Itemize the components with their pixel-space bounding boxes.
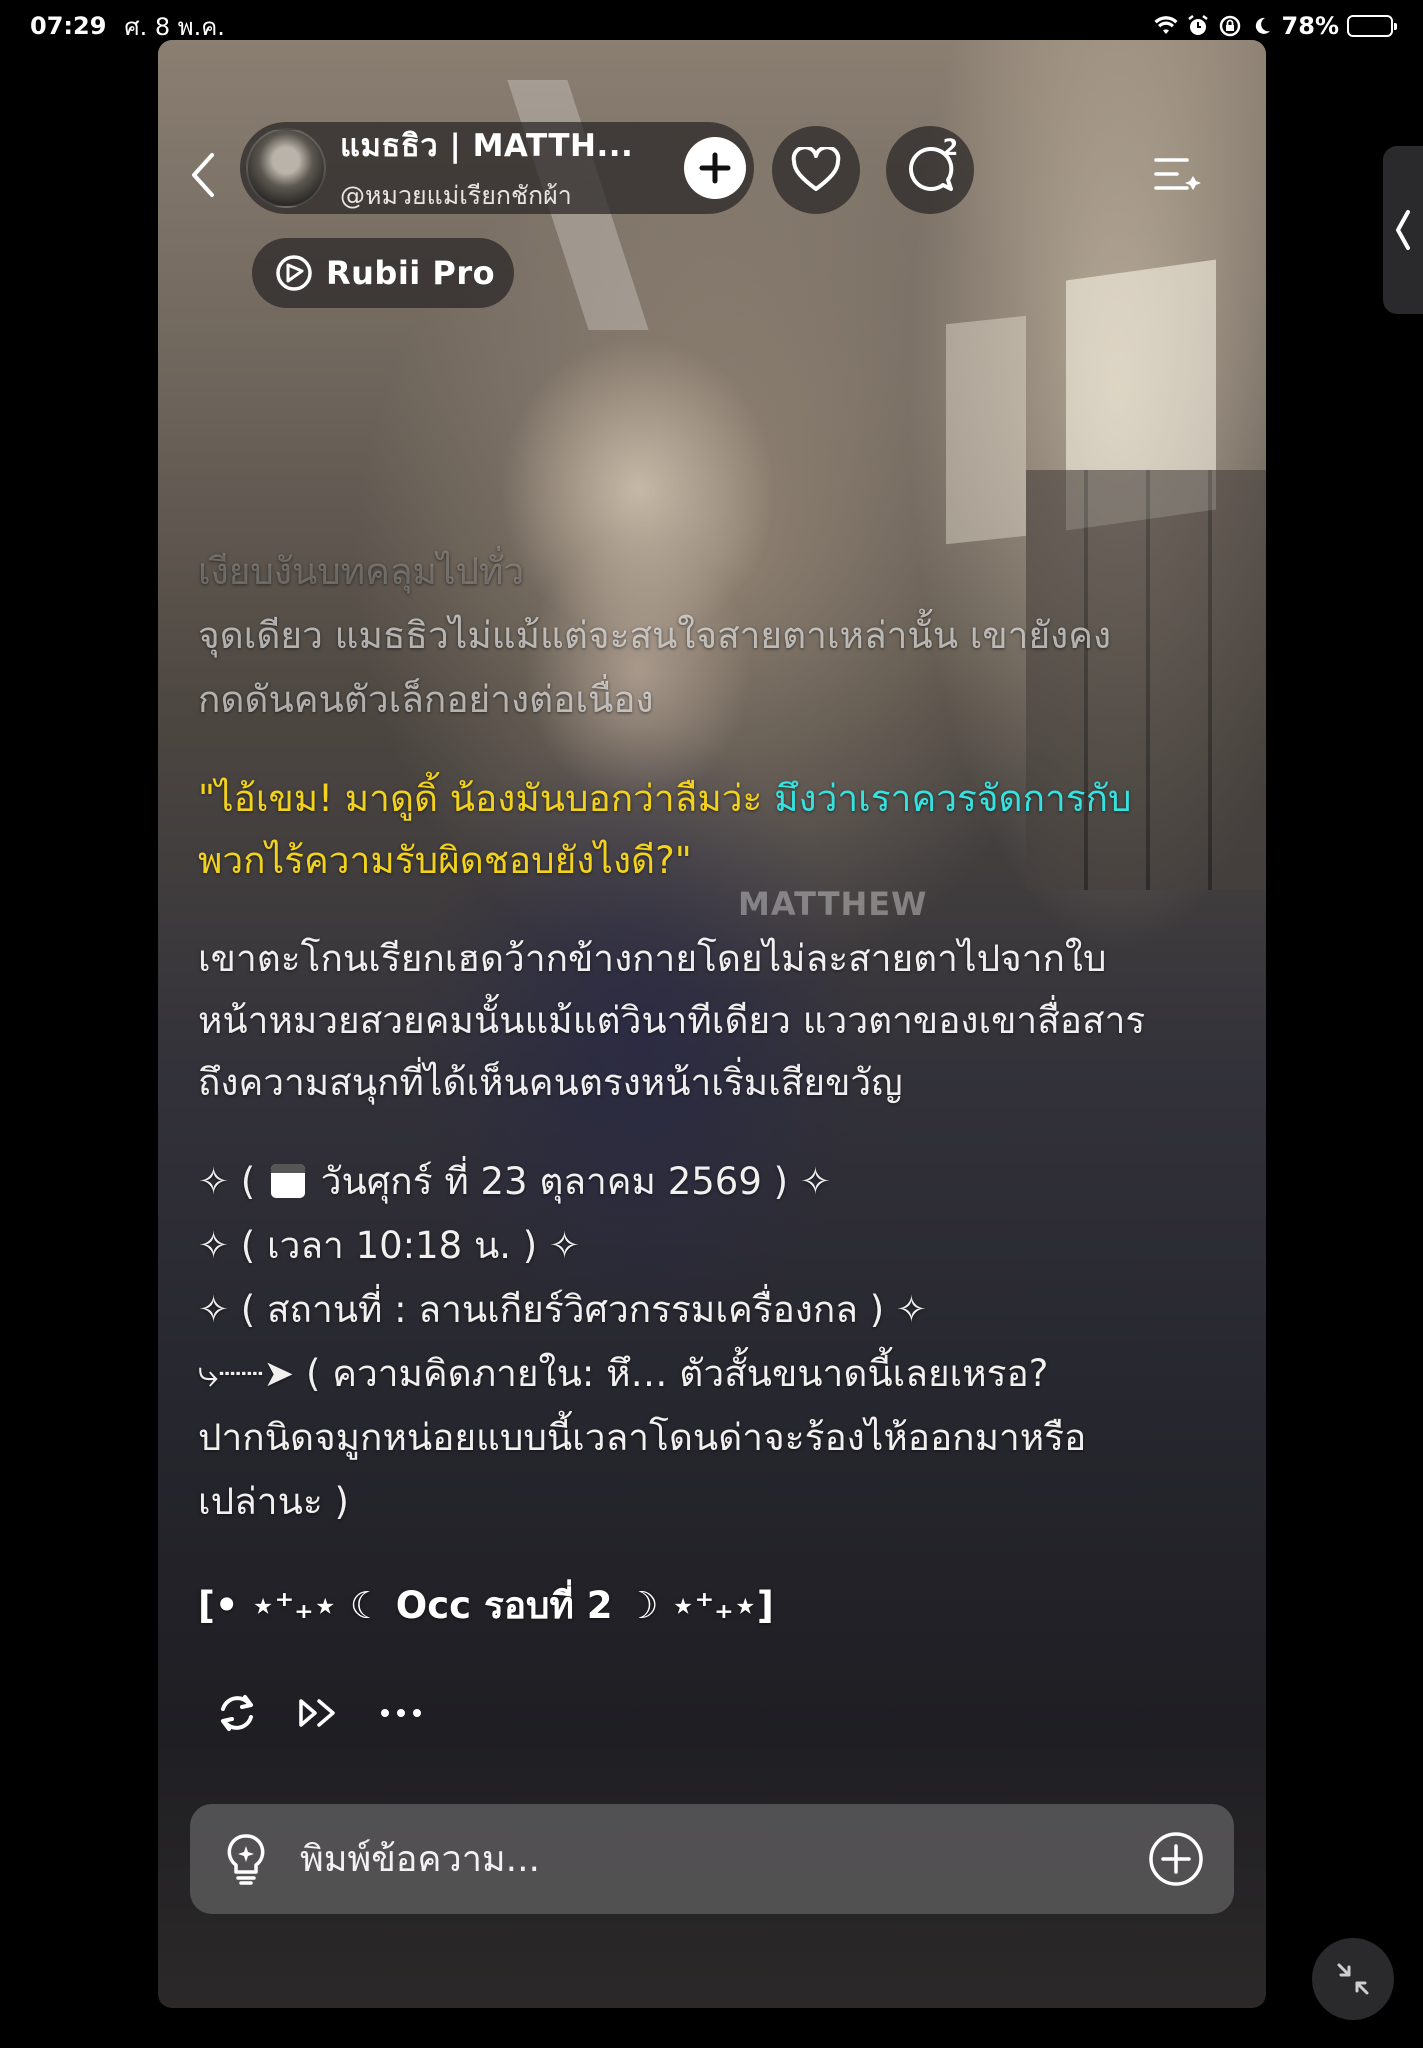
- side-panel-handle[interactable]: [1383, 146, 1423, 314]
- plus-icon: [699, 152, 731, 184]
- attach-button[interactable]: [1148, 1831, 1204, 1887]
- thought-line: เปล่านะ ): [198, 1480, 349, 1523]
- profile-text: แมธธิว | MATTH... @หมวยแม่เรียกชักผ้า: [340, 120, 660, 216]
- alarm-icon: [1186, 14, 1210, 38]
- regenerate-button[interactable]: [214, 1690, 260, 1736]
- occ-round-line: [• ⋆⁺₊⋆ ☾ Occ รอบที่ 2 ☽ ⋆⁺₊⋆]: [198, 1584, 774, 1627]
- character-name: แมธธิว | MATTH...: [340, 128, 634, 164]
- moon-icon: [1250, 14, 1274, 38]
- refresh-icon: [221, 1695, 253, 1731]
- scene-info: ✧ ( วันศุกร์ ที่ 23 ตุลาคม 2569 ) ✧ ✧ ( …: [198, 1150, 1228, 1534]
- screen: 07:29 ศ. 8 พ.ค. 78% MATTHEW แมธธิว | MAT…: [0, 0, 1423, 2048]
- rubii-pro-badge[interactable]: Rubii Pro: [252, 238, 514, 308]
- dialogue-text: "ไอ้เขม! มาดูดิ้ น้องมันบอกว่าลืมว่ะ: [198, 777, 775, 820]
- message-line: หน้าหมวยสวยคมนั้นแม้แต่วินาทีเดียว แววตา…: [198, 999, 1146, 1042]
- chevron-left-icon: [1396, 210, 1410, 250]
- rubii-pro-label: Rubii Pro: [326, 254, 496, 292]
- background-window: [946, 315, 1026, 545]
- message-line: เงียบงันบทคลุมไปทั่ว: [198, 550, 525, 593]
- status-time: 07:29: [30, 12, 107, 40]
- message-line: ถึงความสนุกที่ได้เห็นคนตรงหน้าเริ่มเสียข…: [198, 1061, 903, 1104]
- message-input[interactable]: [300, 1804, 1148, 1914]
- follow-button[interactable]: [684, 137, 746, 199]
- character-handle: @หมวยแม่เรียกชักผ้า: [340, 181, 572, 210]
- suggestion-button[interactable]: [222, 1831, 270, 1887]
- calendar-icon: [270, 1164, 305, 1198]
- message-line: กดดันคนตัวเล็กอย่างต่อเนื่อง: [198, 678, 654, 721]
- message-dialogue: "ไอ้เขม! มาดูดิ้ น้องมันบอกว่าลืมว่ะ มึง…: [198, 768, 1228, 892]
- chevron-left-icon: [192, 153, 214, 197]
- continue-button[interactable]: [296, 1690, 342, 1736]
- message-composer: [190, 1804, 1234, 1914]
- date-line: ✧ ( วันศุกร์ ที่ 23 ตุลาคม 2569 ) ✧: [198, 1150, 1228, 1214]
- more-options-button[interactable]: [378, 1690, 424, 1736]
- screen-lock-icon: [1218, 14, 1242, 38]
- date-text: วันศุกร์ ที่ 23 ตุลาคม 2569 ) ✧: [308, 1160, 831, 1203]
- message-narration: เขาตะโกนเรียกเฮดว้ากข้างกายโดยไม่ละสายตา…: [198, 928, 1228, 1114]
- fast-forward-icon: [299, 1699, 335, 1727]
- character-avatar[interactable]: [246, 128, 326, 208]
- menu-list-icon: [1154, 158, 1201, 190]
- message-line: เขาตะโกนเรียกเฮดว้ากข้างกายโดยไม่ละสายตา…: [198, 937, 1107, 980]
- collapse-arrows-icon: [1337, 1963, 1369, 1995]
- place-line: ✧ ( สถานที่ : ลานเกียร์วิศวกรรมเครื่องกล…: [198, 1288, 927, 1331]
- time-line: ✧ ( เวลา 10:18 น. ) ✧: [198, 1224, 580, 1267]
- message-line: จุดเดียว แมธธิวไม่แม้แต่จะสนใจสายตาเหล่า…: [198, 614, 1112, 657]
- back-button[interactable]: [178, 140, 228, 210]
- minimize-button[interactable]: [1312, 1938, 1394, 2020]
- character-profile-pill[interactable]: แมธธิว | MATTH... @หมวยแม่เรียกชักผ้า: [240, 122, 754, 214]
- thought-line: ⤷┈┈➤ ( ความคิดภายใน: หึ… ตัวสั้นขนาดนี้เ…: [198, 1352, 1049, 1395]
- comment-button[interactable]: 2: [886, 126, 974, 214]
- message-paragraph-faded: เงียบงันบทคลุมไปทั่ว จุดเดียว แมธธิวไม่แ…: [198, 540, 1228, 732]
- battery-percent: 78%: [1281, 12, 1339, 40]
- status-right: 78%: [1154, 12, 1397, 40]
- menu-button[interactable]: [1150, 148, 1206, 204]
- chat-card: MATTHEW แมธธิว | MATTH... @หมวยแม่เรียกช…: [158, 40, 1266, 2008]
- date-prefix: ✧ (: [198, 1160, 267, 1203]
- battery-icon: [1347, 15, 1397, 37]
- like-button[interactable]: [772, 126, 860, 214]
- rubii-pro-icon: [276, 255, 312, 291]
- plus-circle-icon: [1149, 1832, 1203, 1886]
- message-actions: [214, 1690, 424, 1736]
- dialogue-text-highlight: มึงว่าเราควรจัดการกับ: [774, 777, 1132, 820]
- comment-count: 2: [942, 136, 958, 161]
- more-dots-icon: [381, 1709, 421, 1717]
- dialogue-text: พวกไร้ความรับผิดชอบยังไงดี?": [198, 839, 692, 882]
- thought-line: ปากนิดจมูกหน่อยแบบนี้เวลาโดนด่าจะร้องไห้…: [198, 1416, 1087, 1459]
- lightbulb-icon: [227, 1834, 265, 1885]
- bot-message: เงียบงันบทคลุมไปทั่ว จุดเดียว แมธธิวไม่แ…: [198, 540, 1228, 1638]
- wifi-icon: [1154, 14, 1178, 38]
- heart-icon: [791, 147, 841, 191]
